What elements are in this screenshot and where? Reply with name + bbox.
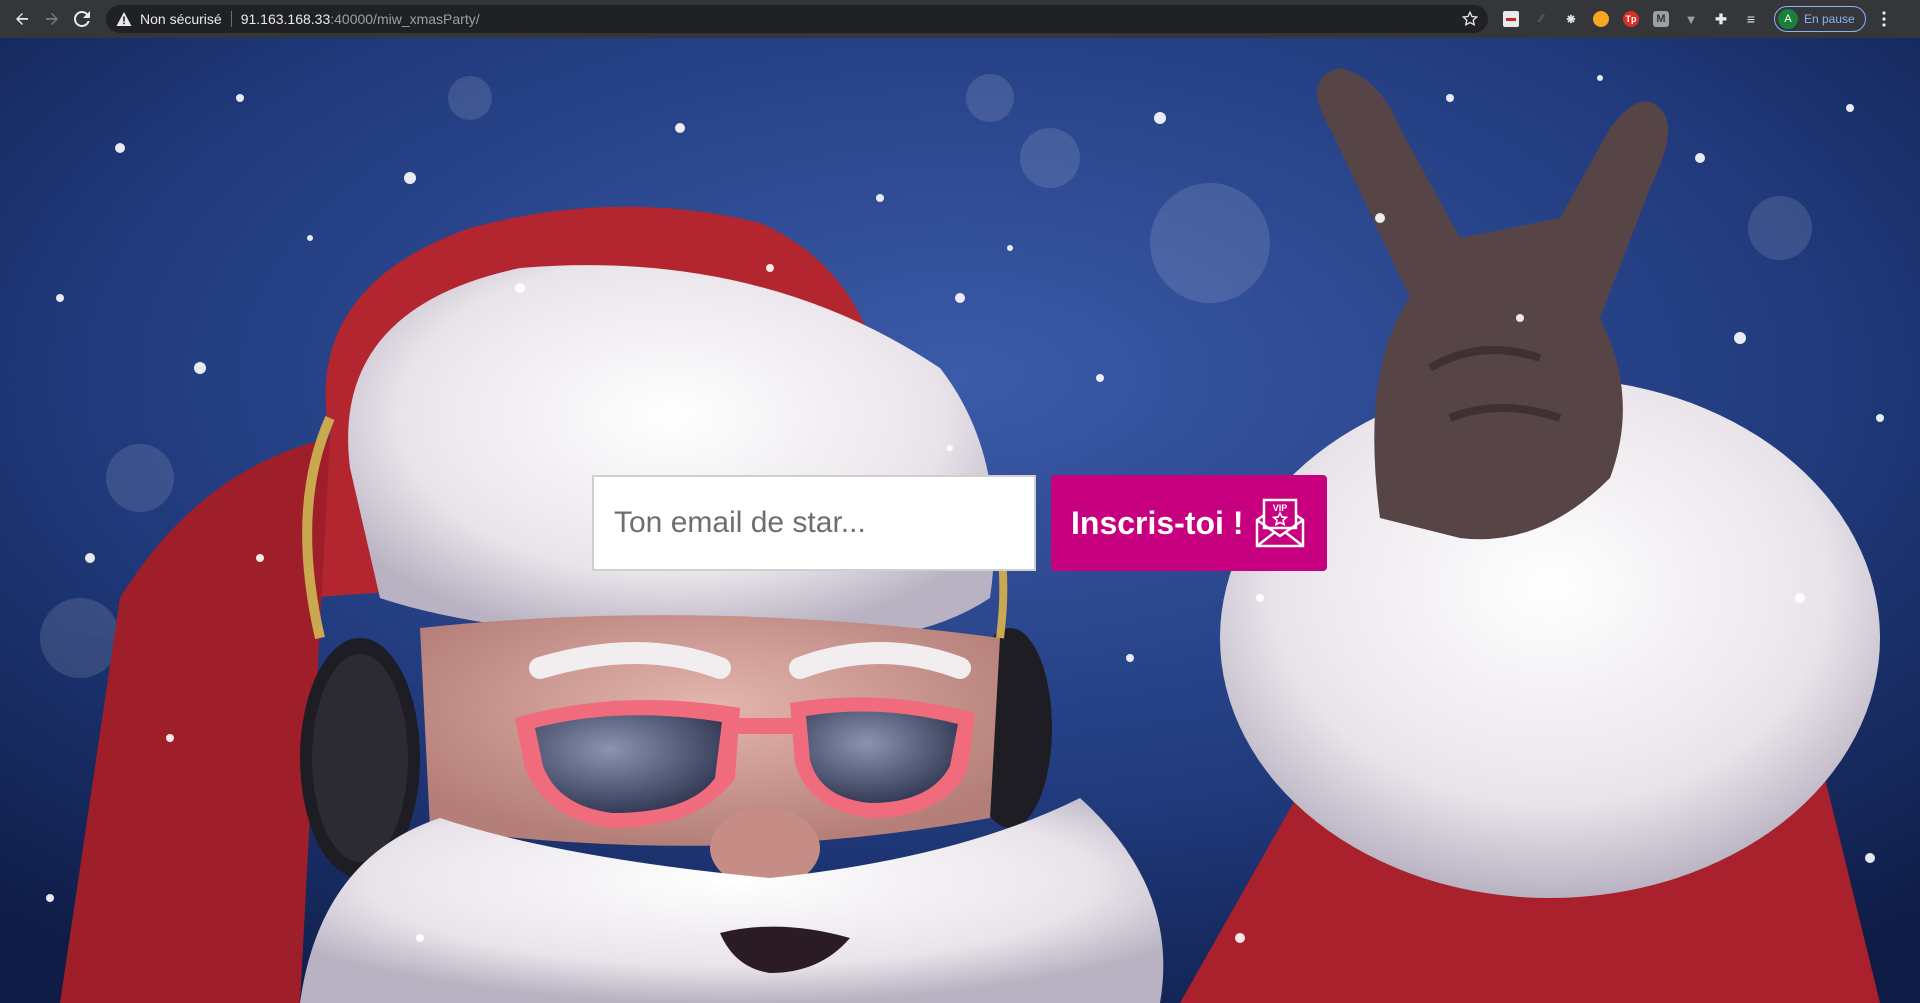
menu-button[interactable]: [1872, 5, 1896, 33]
browser-toolbar: Non sécurisé 91.163.168.33:40000/miw_xma…: [0, 0, 1920, 38]
extension-5-icon[interactable]: Tp: [1623, 11, 1639, 27]
reload-button[interactable]: [68, 5, 96, 33]
extensions-row: ⁄⁄ ❋ Tp M ▼ ✚ ≡: [1496, 11, 1766, 27]
extension-2-icon[interactable]: ⁄⁄: [1533, 11, 1549, 27]
forward-button[interactable]: [38, 5, 66, 33]
star-icon[interactable]: [1462, 11, 1478, 27]
menu-icon: [1882, 11, 1886, 27]
reload-icon: [74, 11, 90, 27]
vip-envelope-icon: VIP: [1255, 498, 1305, 548]
cookie-extension-icon[interactable]: [1593, 11, 1609, 27]
extensions-icon[interactable]: ✚: [1713, 11, 1729, 27]
reading-list-icon[interactable]: ≡: [1743, 11, 1759, 27]
profile-button[interactable]: A En pause: [1774, 6, 1866, 32]
url-host: 91.163.168.33: [240, 11, 331, 27]
address-bar[interactable]: Non sécurisé 91.163.168.33:40000/miw_xma…: [106, 5, 1488, 33]
avatar: A: [1778, 9, 1798, 29]
warning-icon: [116, 12, 132, 26]
url-path: :40000/miw_xmasParty/: [330, 11, 480, 27]
back-icon: [16, 13, 28, 25]
signup-button-label: Inscris-toi !: [1071, 504, 1244, 541]
email-input[interactable]: [592, 475, 1036, 571]
extension-6-icon[interactable]: M: [1653, 11, 1669, 27]
back-button[interactable]: [8, 5, 36, 33]
forward-icon: [46, 13, 58, 25]
page-content: Inscris-toi ! VIP: [0, 38, 1920, 1003]
extension-7-icon[interactable]: ▼: [1683, 11, 1699, 27]
extension-3-icon[interactable]: ❋: [1563, 11, 1579, 27]
security-label[interactable]: Non sécurisé: [140, 11, 222, 27]
profile-status: En pause: [1804, 12, 1855, 26]
extension-1-icon[interactable]: [1503, 11, 1519, 27]
signup-button[interactable]: Inscris-toi ! VIP: [1051, 475, 1327, 571]
signup-form: Inscris-toi ! VIP: [592, 475, 1327, 571]
omnibox-divider: [230, 11, 232, 27]
